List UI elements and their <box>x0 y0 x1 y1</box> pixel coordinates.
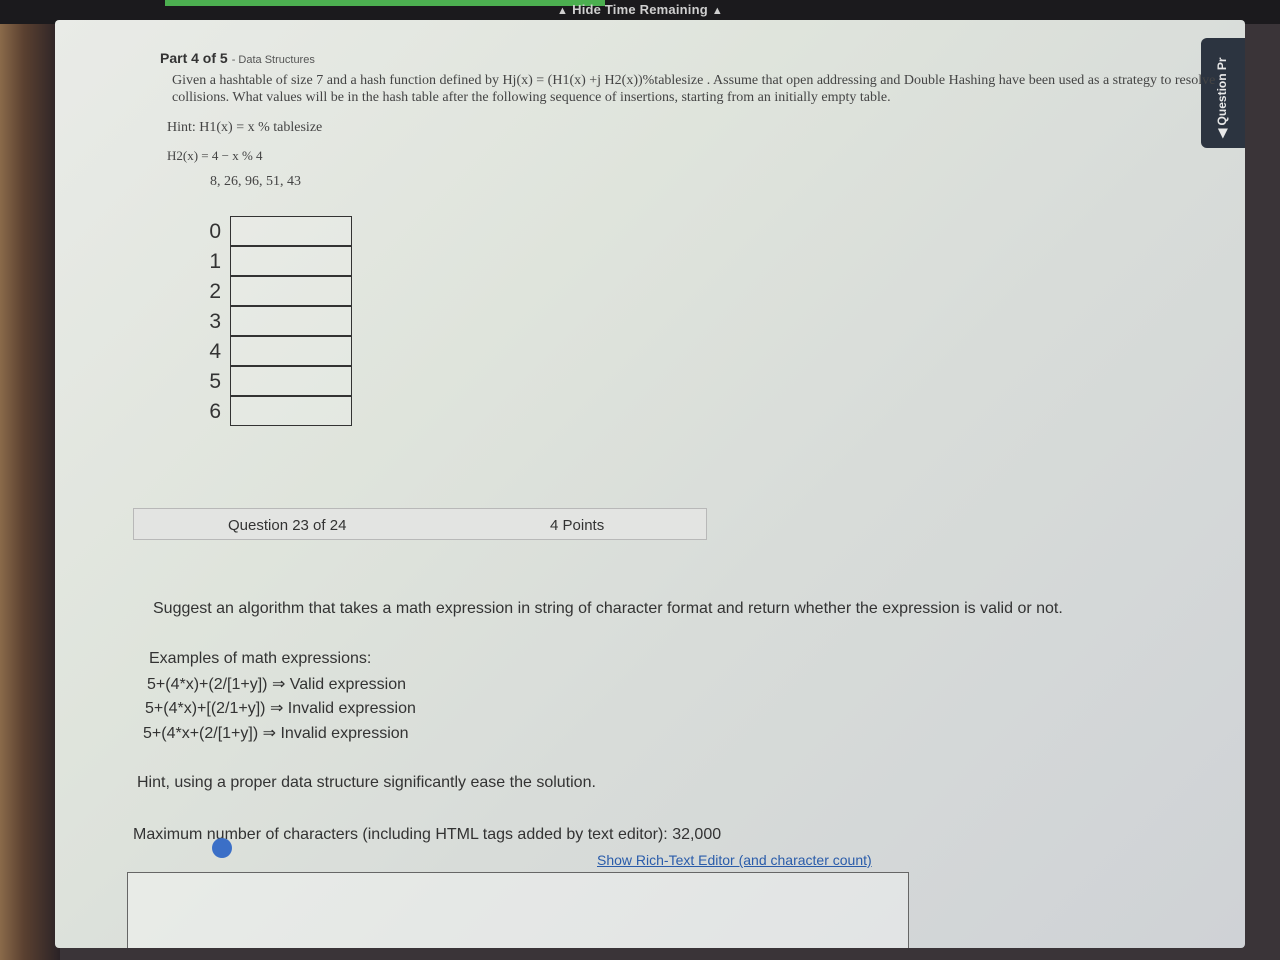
hash-index: 5 <box>209 370 221 393</box>
hash-index: 4 <box>209 340 221 363</box>
example-item: 5+(4*x+(2/[1+y]) ⇒ Invalid expression <box>143 725 409 742</box>
hash-index: 0 <box>209 220 221 243</box>
hash-cell <box>230 366 352 396</box>
examples-title: Examples of math expressions: <box>149 650 372 667</box>
hash-index: 3 <box>209 310 221 333</box>
question-hint: Hint, using a proper data structure sign… <box>137 774 596 791</box>
example-item: 5+(4*x)+(2/[1+y]) ⇒ Valid expression <box>147 676 407 693</box>
part-subtitle: - Data Structures <box>231 54 315 66</box>
hide-time-remaining-toggle[interactable]: ▲ Hide Time Remaining ▲ <box>0 2 1280 17</box>
part-header: Part 4 of 5- Data Structures <box>160 50 315 66</box>
show-rich-text-editor-link[interactable]: Show Rich-Text Editor (and character cou… <box>597 852 872 868</box>
insertion-sequence: 8, 26, 96, 51, 43 <box>210 174 301 189</box>
triangle-left-icon: ◀ <box>1215 125 1229 138</box>
question-number: Question 23 of 24 <box>228 517 347 534</box>
triangle-up-icon: ▲ <box>557 5 569 17</box>
problem-statement: Given a hashtable of size 7 and a hash f… <box>172 73 1216 105</box>
example-item: 5+(4*x)+[(2/1+y]) ⇒ Invalid expression <box>145 700 416 717</box>
hash-index: 2 <box>209 280 221 303</box>
timer-label: Hide Time Remaining <box>572 2 708 17</box>
background-desk <box>0 0 60 960</box>
hash-cell <box>230 216 352 246</box>
part-title: Part 4 of 5 <box>160 50 228 66</box>
hash-cell <box>230 276 352 306</box>
hash-cell <box>230 396 352 426</box>
answer-text-area[interactable] <box>127 872 909 948</box>
question-points: 4 Points <box>550 517 605 534</box>
hint-h1: Hint: H1(x) = x % tablesize <box>167 120 323 135</box>
question-text: Suggest an algorithm that takes a math e… <box>153 600 1063 617</box>
question-header-bar: Question 23 of 24 4 Points <box>133 508 707 540</box>
mouse-cursor-icon <box>212 838 232 858</box>
hash-cell <box>230 306 352 336</box>
quiz-page: ◀ Question Pr Part 4 of 5- Data Structur… <box>55 20 1245 948</box>
hash-index: 6 <box>209 400 221 423</box>
triangle-up-icon: ▲ <box>711 5 723 17</box>
hash-cell <box>230 336 352 366</box>
hash-index: 1 <box>209 250 221 273</box>
hash-cell <box>230 246 352 276</box>
hint-h2: H2(x) = 4 − x % 4 <box>167 148 263 163</box>
